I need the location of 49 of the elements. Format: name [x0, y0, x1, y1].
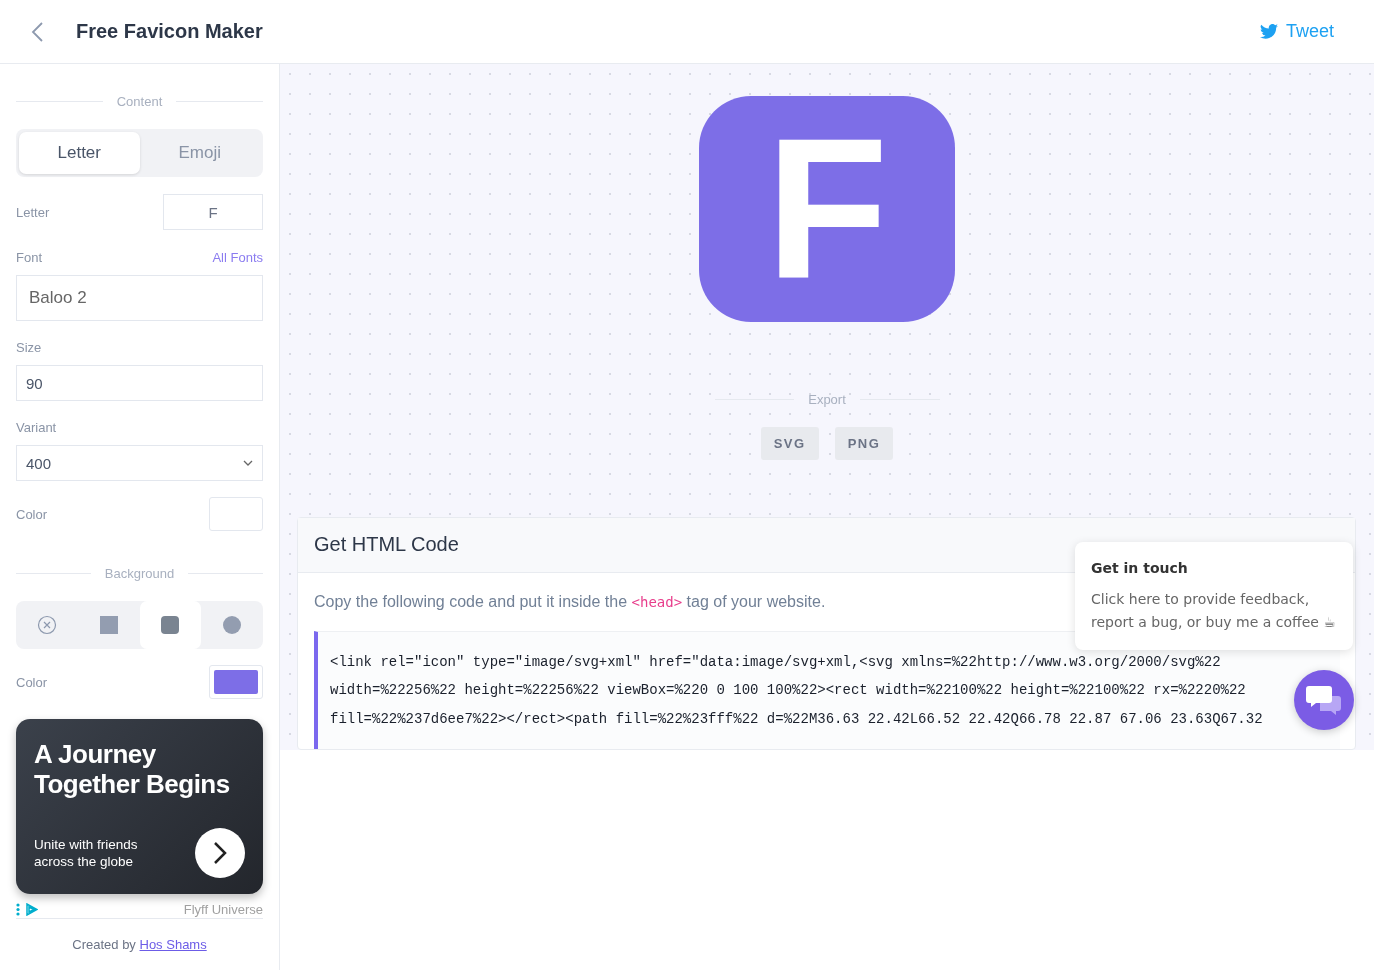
ad-next-button[interactable]: [195, 828, 245, 878]
ad-card[interactable]: A Journey Together Begins Unite with friends across the globe: [16, 719, 263, 894]
back-icon[interactable]: [30, 20, 46, 43]
ad-sponsor: Flyff Universe: [183, 902, 263, 917]
rounded-square-icon: [161, 616, 180, 634]
author-link[interactable]: Hos Shams: [139, 937, 207, 952]
field-label: Variant: [16, 420, 58, 435]
square-icon: [99, 616, 118, 634]
tweet-link[interactable]: Tweet: [1259, 21, 1334, 42]
all-fonts-link[interactable]: All Fonts: [212, 250, 263, 265]
code-line: fill=%22%237d6ee7%22></rect><path fill=%22%23fff%22 d=%22M36.63 22.42L66.52 22.42Q66.78 22.87 67.06 23.63Q67.32: [330, 709, 1264, 729]
feedback-popover[interactable]: Get in touch Click here to provide feedback, report a bug, or buy me a coffee ☕: [1075, 542, 1353, 650]
color-swatch[interactable]: [209, 497, 263, 531]
popover-title: Get in touch: [1091, 560, 1189, 576]
bird-icon: [1259, 24, 1278, 39]
favicon-preview: F: [699, 96, 955, 322]
section-label: Export: [808, 391, 846, 407]
field-label: Color: [16, 674, 48, 690]
export-button[interactable]: PNG: [834, 426, 894, 460]
chevron-right-icon: [213, 841, 227, 865]
letter-field[interactable]: F: [163, 194, 263, 230]
card-title: Get HTML Code: [314, 533, 459, 556]
section-label: Content: [116, 94, 163, 109]
section-label: Background: [104, 566, 175, 581]
instructions-text: Copy the following code and put it inside the <head> tag of your website.: [314, 592, 826, 610]
content-tab[interactable]: Letter: [19, 132, 140, 174]
code-line: width=%22256%22 height=%22256%22 viewBox=%220 0 100 100%22><rect width=%22100%22 height=%22100%22 rx=%2220%22: [330, 681, 1247, 700]
app-title: Free Favicon Maker: [76, 20, 263, 43]
popover-text: Click here to provide feedback, report a bug, or buy me a coffee ☕: [1091, 590, 1337, 632]
field-label: Size: [16, 340, 43, 355]
chat-icon: [1306, 684, 1342, 716]
font-field[interactable]: Baloo 2: [16, 275, 263, 321]
field-label: Font: [16, 250, 42, 265]
field-label: Color: [16, 506, 48, 522]
variant-dropdown[interactable]: 400: [16, 445, 263, 481]
field-label: Letter: [16, 204, 50, 220]
circle-icon: [223, 616, 242, 634]
code-line: <link rel="icon" type="image/svg+xml" href="data:image/svg+xml,<svg xmlns=%22http://www.w3.org/2000/svg%22: [330, 652, 1222, 672]
color-swatch[interactable]: [209, 665, 263, 699]
size-field[interactable]: 90: [16, 365, 263, 401]
ad-title: A Journey Together Begins: [34, 739, 231, 799]
content-tab[interactable]: Emoji: [139, 132, 260, 174]
none-icon: [36, 615, 57, 635]
more-icon[interactable]: [16, 903, 20, 916]
chevron-down-icon: [243, 460, 253, 466]
play-icon[interactable]: [26, 903, 38, 916]
export-button[interactable]: SVG: [760, 426, 819, 460]
credit-text: Created by: [72, 937, 136, 952]
ad-text: Unite with friends across the globe: [34, 836, 139, 870]
